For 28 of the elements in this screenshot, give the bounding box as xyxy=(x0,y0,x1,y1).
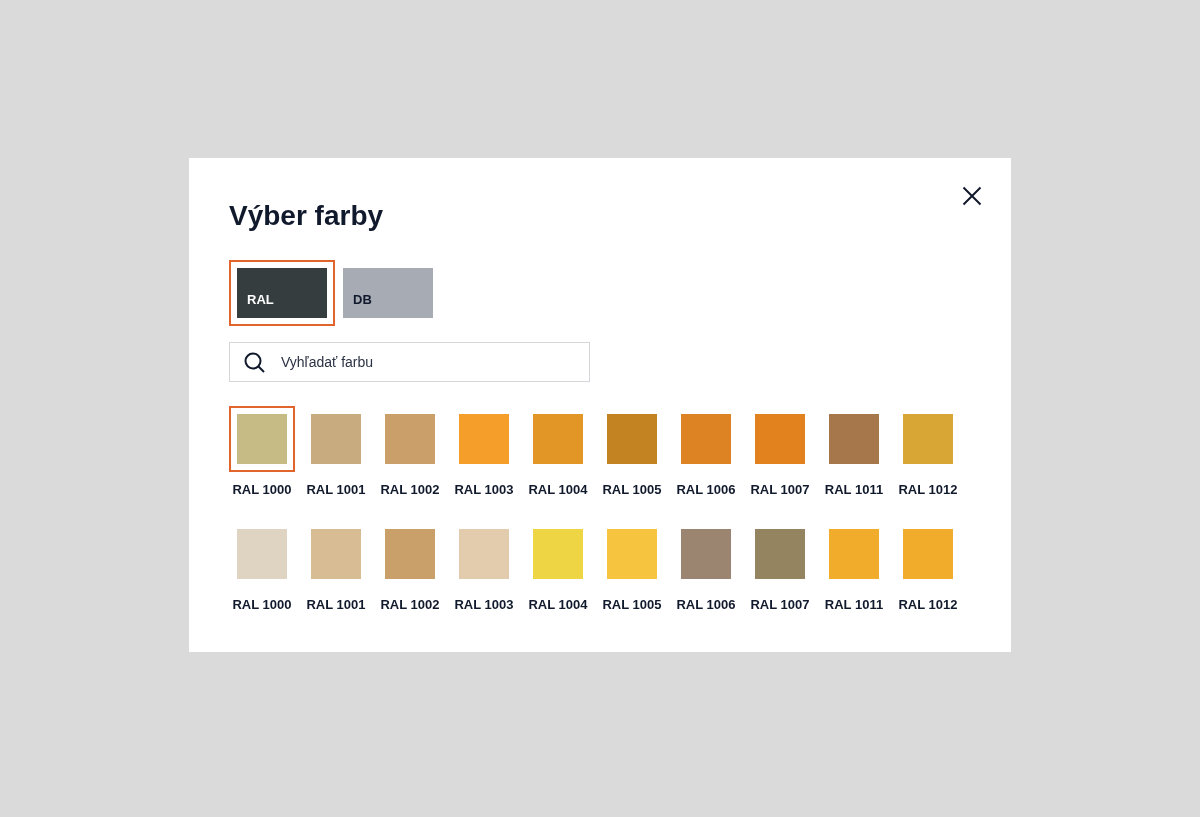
swatch-label: RAL 1012 xyxy=(898,597,958,613)
swatch-label: RAL 1000 xyxy=(232,597,292,613)
search-icon xyxy=(244,352,265,373)
palette-tab[interactable]: RAL xyxy=(229,260,335,326)
swatch-label: RAL 1012 xyxy=(898,482,958,498)
swatch-label: RAL 1002 xyxy=(380,482,440,498)
close-button[interactable] xyxy=(962,186,982,206)
swatch-label: RAL 1005 xyxy=(602,597,662,613)
swatch-button[interactable] xyxy=(229,406,295,472)
swatch-label: RAL 1002 xyxy=(380,597,440,613)
search-field[interactable]: Vyhľadať farbu xyxy=(229,342,590,382)
swatch-label: RAL 1006 xyxy=(676,482,736,498)
swatch-label: RAL 1000 xyxy=(232,482,292,498)
swatch-label: RAL 1005 xyxy=(602,482,662,498)
swatch-label: RAL 1006 xyxy=(676,597,736,613)
swatch-label: RAL 1001 xyxy=(306,482,366,498)
swatch-label: RAL 1011 xyxy=(824,597,884,613)
swatch-label: RAL 1003 xyxy=(454,597,514,613)
swatch-label: RAL 1004 xyxy=(528,597,588,613)
swatch-label: RAL 1007 xyxy=(750,597,810,613)
swatch-label: RAL 1003 xyxy=(454,482,514,498)
dialog-title: Výber farby xyxy=(229,199,384,233)
swatch-label: RAL 1007 xyxy=(750,482,810,498)
swatch-label: RAL 1001 xyxy=(306,597,366,613)
close-icon xyxy=(962,186,982,206)
swatch-label: RAL 1011 xyxy=(824,482,884,498)
swatch-label: RAL 1004 xyxy=(528,482,588,498)
palette-tab[interactable]: DB xyxy=(343,268,433,318)
